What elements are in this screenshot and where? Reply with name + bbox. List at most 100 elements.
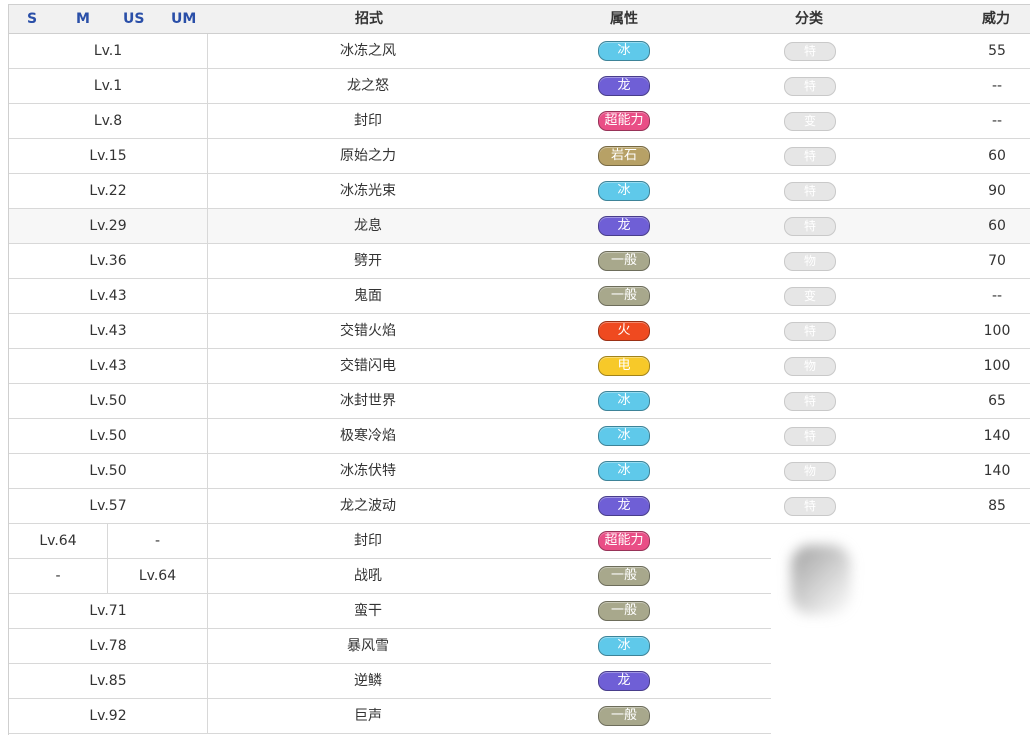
category-badge: 变 — [784, 287, 836, 306]
category-badge: 特 — [784, 497, 836, 516]
level-cell: Lv.22 — [9, 174, 208, 208]
power-cell: 100 — [983, 358, 1011, 374]
power-column-header: 威力 — [982, 11, 1010, 27]
smudge-mark — [791, 545, 851, 615]
type-badge: 龙 — [598, 216, 650, 236]
move-name[interactable]: 龙之怒 — [208, 69, 528, 103]
move-name[interactable]: 交错火焰 — [208, 314, 528, 348]
move-name[interactable]: 逆鳞 — [208, 664, 528, 698]
move-name[interactable]: 原始之力 — [208, 139, 528, 173]
level-cell: Lv.85 — [9, 664, 208, 698]
level-cell: Lv.43 — [9, 279, 208, 313]
type-badge: 冰 — [598, 461, 650, 481]
move-name[interactable]: 冰冻光束 — [208, 174, 528, 208]
level-cell: Lv.50 — [9, 454, 208, 488]
table-row: Lv.43 鬼面 一般 变 -- — [9, 279, 1030, 314]
type-badge: 岩石 — [598, 146, 650, 166]
level-cell: Lv.50 — [9, 384, 208, 418]
move-name[interactable]: 战吼 — [208, 559, 528, 593]
type-badge: 一般 — [598, 566, 650, 586]
type-badge: 冰 — [598, 636, 650, 656]
move-name[interactable]: 冰冻伏特 — [208, 454, 528, 488]
move-name[interactable]: 巨声 — [208, 699, 528, 733]
power-cell: 140 — [983, 463, 1011, 479]
category-badge: 特 — [784, 392, 836, 411]
move-name[interactable]: 劈开 — [208, 244, 528, 278]
version-us-header[interactable]: US — [123, 10, 144, 28]
power-cell: 90 — [988, 183, 1006, 199]
move-name[interactable]: 鬼面 — [208, 279, 528, 313]
level-cell: Lv.1 — [9, 69, 208, 103]
power-cell: 70 — [988, 253, 1006, 269]
table-row: Lv.57 龙之波动 龙 特 85 — [9, 489, 1030, 524]
level-cell-usum: Lv.64 — [108, 559, 208, 593]
move-name[interactable]: 暴风雪 — [208, 629, 528, 663]
move-name[interactable]: 龙息 — [208, 209, 528, 243]
type-badge: 火 — [598, 321, 650, 341]
image-fade-overlay — [771, 527, 1030, 739]
table-row: Lv.8 封印 超能力 变 -- — [9, 104, 1030, 139]
table-header: S M US UM 招式 属性 分类 威力 — [9, 5, 1030, 34]
table-row: Lv.50 冰封世界 冰 特 65 — [9, 384, 1030, 419]
level-cell: Lv.43 — [9, 349, 208, 383]
level-cell: Lv.29 — [9, 209, 208, 243]
type-badge: 超能力 — [598, 531, 650, 551]
table-row: Lv.43 交错火焰 火 特 100 — [9, 314, 1030, 349]
table-row: Lv.36 劈开 一般 物 70 — [9, 244, 1030, 279]
category-badge: 特 — [784, 42, 836, 61]
level-cell: Lv.15 — [9, 139, 208, 173]
power-cell: 65 — [988, 393, 1006, 409]
category-badge: 特 — [784, 217, 836, 236]
category-badge: 特 — [784, 182, 836, 201]
level-cell-sm: Lv.64 — [9, 524, 108, 558]
level-cell: Lv.71 — [9, 594, 208, 628]
move-name[interactable]: 冰封世界 — [208, 384, 528, 418]
move-name[interactable]: 冰冻之风 — [208, 34, 528, 68]
power-cell: 85 — [988, 498, 1006, 514]
power-cell: 55 — [988, 43, 1006, 59]
move-name[interactable]: 蛮干 — [208, 594, 528, 628]
table-row: Lv.15 原始之力 岩石 特 60 — [9, 139, 1030, 174]
type-badge: 一般 — [598, 601, 650, 621]
category-badge: 物 — [784, 462, 836, 481]
type-badge: 超能力 — [598, 111, 650, 131]
type-badge: 一般 — [598, 706, 650, 726]
level-cell-sm: - — [9, 559, 108, 593]
category-badge: 物 — [784, 252, 836, 271]
power-cell: 100 — [983, 323, 1011, 339]
category-badge: 特 — [784, 77, 836, 96]
table-row: Lv.1 龙之怒 龙 特 -- — [9, 69, 1030, 104]
level-cell: Lv.43 — [9, 314, 208, 348]
level-cell: Lv.57 — [9, 489, 208, 523]
type-badge: 龙 — [598, 496, 650, 516]
move-column-header: 招式 — [355, 11, 383, 27]
move-name[interactable]: 极寒冷焰 — [208, 419, 528, 453]
type-badge: 一般 — [598, 286, 650, 306]
type-badge: 冰 — [598, 41, 650, 61]
table-row: Lv.50 冰冻伏特 冰 物 140 — [9, 454, 1030, 489]
category-badge: 变 — [784, 112, 836, 131]
table-row: Lv.43 交错闪电 电 物 100 — [9, 349, 1030, 384]
table-row: Lv.29 龙息 龙 特 60 — [9, 209, 1030, 244]
version-s-header[interactable]: S — [27, 10, 37, 28]
version-um-header[interactable]: UM — [171, 10, 196, 28]
move-table: S M US UM 招式 属性 分类 威力 Lv.1 冰冻之风冰特 55 Lv.1 龙之… — [8, 4, 1030, 739]
move-name[interactable]: 交错闪电 — [208, 349, 528, 383]
category-badge: 物 — [784, 357, 836, 376]
move-name[interactable]: 龙之波动 — [208, 489, 528, 523]
category-badge: 特 — [784, 147, 836, 166]
category-column-header: 分类 — [795, 11, 823, 27]
power-cell: 60 — [988, 148, 1006, 164]
level-cell-usum: - — [108, 524, 208, 558]
power-cell: -- — [991, 78, 1003, 94]
category-badge: 特 — [784, 322, 836, 341]
table-row: Lv.22 冰冻光束 冰 特 90 — [9, 174, 1030, 209]
level-cell: Lv.1 — [9, 34, 208, 68]
type-badge: 冰 — [598, 426, 650, 446]
type-badge: 龙 — [598, 76, 650, 96]
move-name[interactable]: 封印 — [208, 524, 528, 558]
level-cell: Lv.50 — [9, 419, 208, 453]
version-m-header[interactable]: M — [76, 10, 90, 28]
move-name[interactable]: 封印 — [208, 104, 528, 138]
power-cell: -- — [991, 288, 1003, 304]
